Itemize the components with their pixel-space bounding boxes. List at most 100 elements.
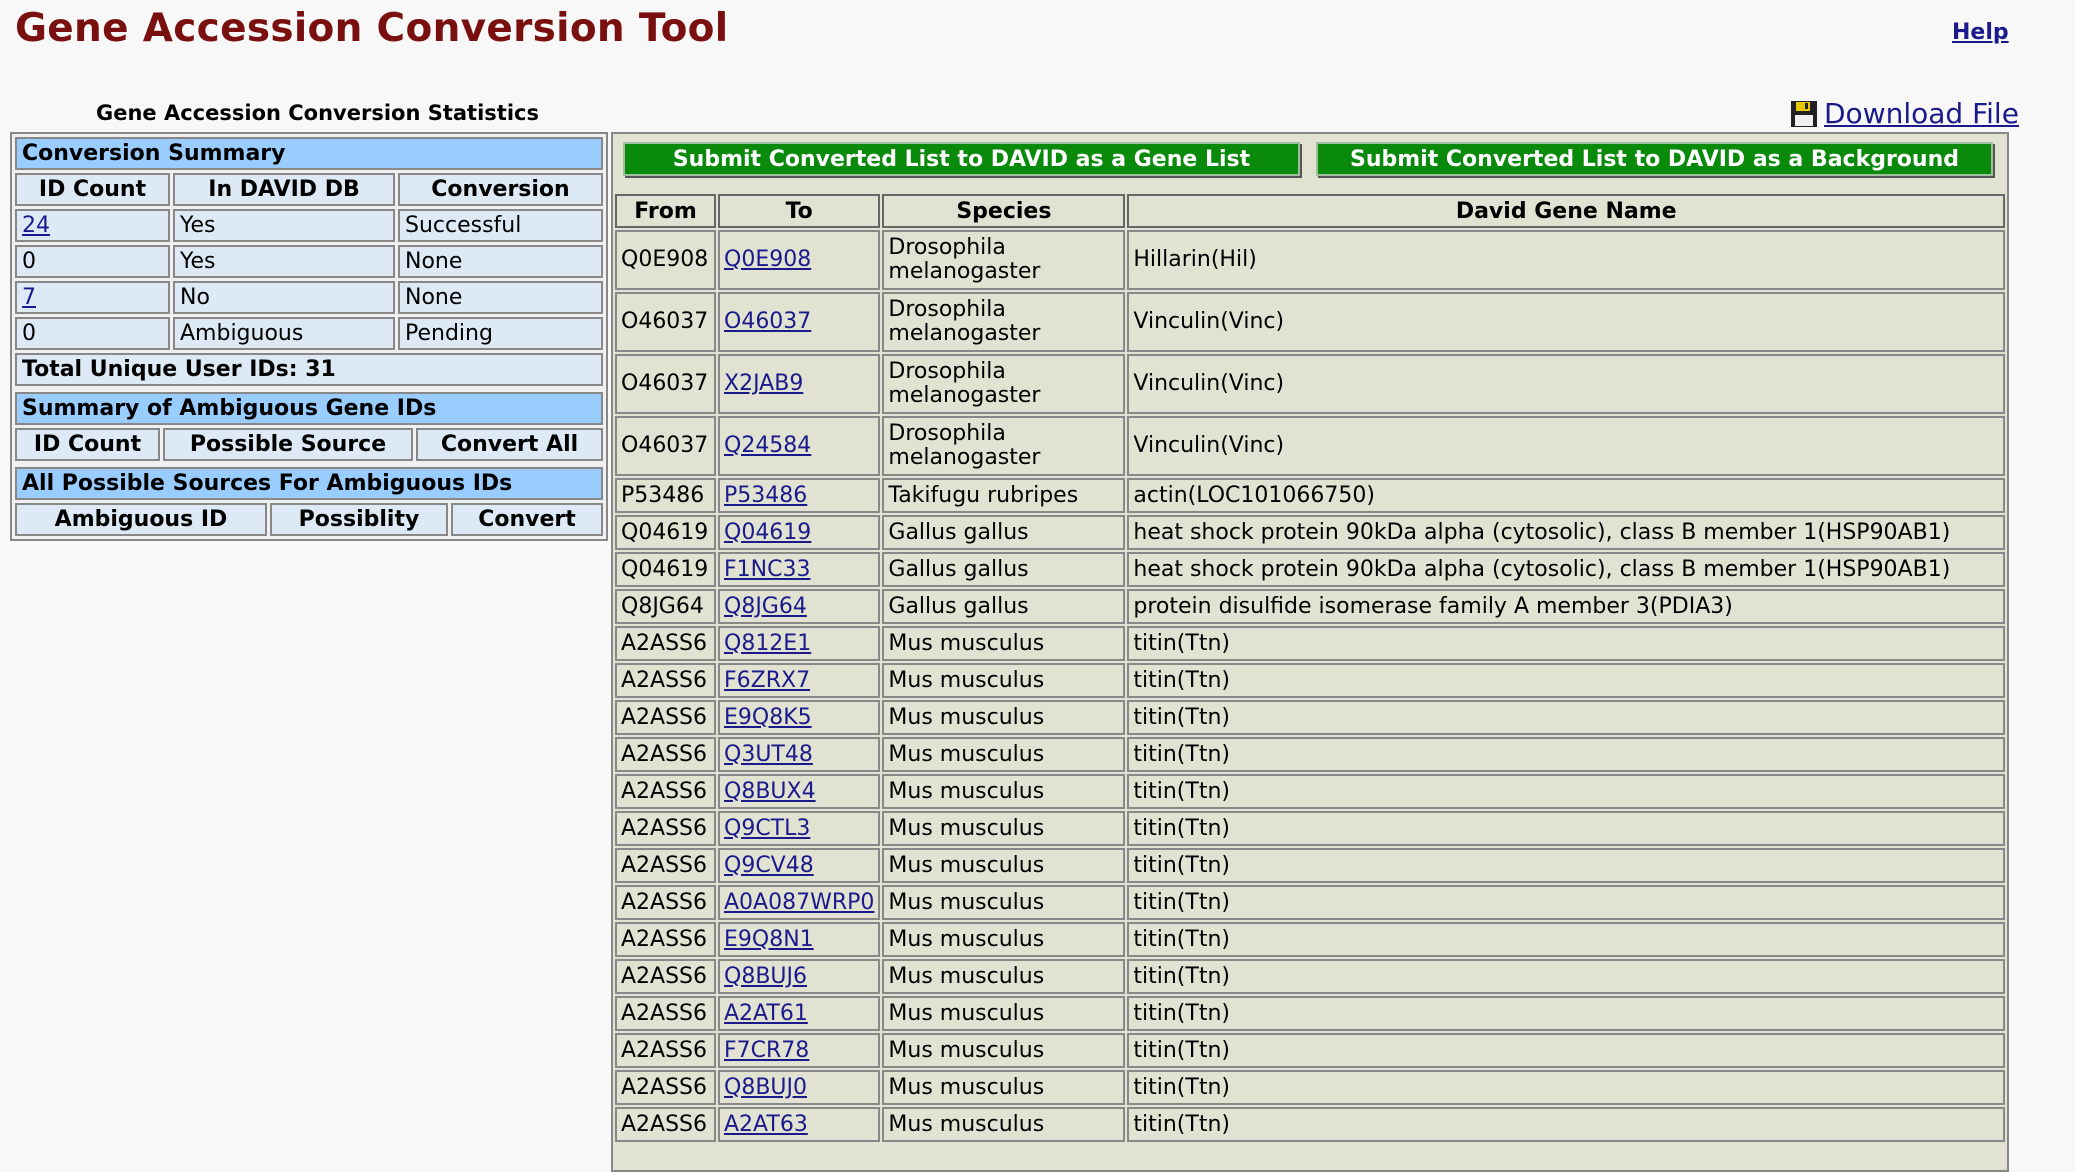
help-link[interactable]: Help xyxy=(1952,20,2009,45)
gene-name-cell: heat shock protein 90kDa alpha (cytosoli… xyxy=(1127,552,2005,587)
from-id-cell: Q8JG64 xyxy=(615,589,716,624)
to-id-link[interactable]: Q8JG64 xyxy=(724,594,807,619)
table-row: O46037 O46037 Drosophila melanogaster Vincu… xyxy=(615,292,2005,352)
species-cell: Mus musculus xyxy=(882,626,1126,661)
in-db-cell: Yes xyxy=(173,245,395,278)
species-cell: Drosophila melanogaster xyxy=(882,416,1126,476)
to-id-link[interactable]: Q04619 xyxy=(724,520,811,545)
summary-row: 0 Ambiguous Pending xyxy=(15,317,603,350)
from-id-cell: P53486 xyxy=(615,478,716,513)
to-id-link[interactable]: Q8BUX4 xyxy=(724,779,816,804)
species-cell: Mus musculus xyxy=(882,848,1126,883)
to-id-cell: Q0E908 xyxy=(718,230,881,290)
submit-gene-list-button[interactable]: Submit Converted List to DAVID as a Gene… xyxy=(623,142,1300,176)
to-id-cell: F1NC33 xyxy=(718,552,881,587)
to-id-cell: A2AT61 xyxy=(718,996,881,1031)
to-id-cell: F6ZRX7 xyxy=(718,663,881,698)
summary-row: 0 Yes None xyxy=(15,245,603,278)
gene-name-cell: titin(Ttn) xyxy=(1127,700,2005,735)
from-id-cell: A2ASS6 xyxy=(615,774,716,809)
to-id-link[interactable]: F7CR78 xyxy=(724,1038,809,1063)
to-id-cell: F7CR78 xyxy=(718,1033,881,1068)
in-db-cell: No xyxy=(173,281,395,314)
from-id-cell: A2ASS6 xyxy=(615,737,716,772)
table-row: A2ASS6 Q8BUJ0 Mus musculus titin(Ttn) xyxy=(615,1070,2005,1105)
download-area: Download File xyxy=(1790,97,2019,130)
from-id-cell: Q04619 xyxy=(615,515,716,550)
to-id-link[interactable]: X2JAB9 xyxy=(724,371,803,396)
conversion-cell: Pending xyxy=(398,317,603,350)
gene-name-cell: Hillarin(Hil) xyxy=(1127,230,2005,290)
species-cell: Mus musculus xyxy=(882,959,1126,994)
to-id-cell: O46037 xyxy=(718,292,881,352)
to-id-link[interactable]: F1NC33 xyxy=(724,557,810,582)
id-count-cell: 0 xyxy=(15,317,170,350)
to-id-link[interactable]: A2AT63 xyxy=(724,1112,808,1137)
submit-background-button[interactable]: Submit Converted List to DAVID as a Back… xyxy=(1316,142,1993,176)
table-row: A2ASS6 Q8BUJ6 Mus musculus titin(Ttn) xyxy=(615,959,2005,994)
to-id-cell: Q8BUX4 xyxy=(718,774,881,809)
to-id-link[interactable]: Q0E908 xyxy=(724,247,811,272)
to-id-cell: X2JAB9 xyxy=(718,354,881,414)
species-cell: Mus musculus xyxy=(882,885,1126,920)
gene-name-cell: Vinculin(Vinc) xyxy=(1127,354,2005,414)
gene-name-cell: titin(Ttn) xyxy=(1127,737,2005,772)
to-id-cell: P53486 xyxy=(718,478,881,513)
to-id-link[interactable]: A2AT61 xyxy=(724,1001,808,1026)
to-id-link[interactable]: Q8BUJ6 xyxy=(724,964,807,989)
to-id-cell: Q8BUJ0 xyxy=(718,1070,881,1105)
conversion-summary-heading: Conversion Summary xyxy=(15,137,603,170)
table-row: A2ASS6 Q3UT48 Mus musculus titin(Ttn) xyxy=(615,737,2005,772)
to-id-link[interactable]: E9Q8N1 xyxy=(724,927,814,952)
to-id-link[interactable]: F6ZRX7 xyxy=(724,668,810,693)
column-header: ID Count xyxy=(15,173,170,206)
from-id-cell: O46037 xyxy=(615,292,716,352)
download-file-link[interactable]: Download File xyxy=(1824,97,2019,130)
table-row: A2ASS6 F7CR78 Mus musculus titin(Ttn) xyxy=(615,1033,2005,1068)
to-id-link[interactable]: E9Q8K5 xyxy=(724,705,812,730)
from-id-cell: A2ASS6 xyxy=(615,1033,716,1068)
id-count-cell: 7 xyxy=(15,281,170,314)
to-id-cell: Q04619 xyxy=(718,515,881,550)
species-cell: Mus musculus xyxy=(882,1107,1126,1142)
column-header: Ambiguous ID xyxy=(15,503,267,536)
to-id-cell: A0A087WRP0 xyxy=(718,885,881,920)
in-db-cell: Yes xyxy=(173,209,395,242)
gene-name-cell: titin(Ttn) xyxy=(1127,922,2005,957)
species-cell: Mus musculus xyxy=(882,1070,1126,1105)
to-id-link[interactable]: O46037 xyxy=(724,309,811,334)
species-cell: Mus musculus xyxy=(882,922,1126,957)
table-row: Q04619 F1NC33 Gallus gallus heat shock prot… xyxy=(615,552,2005,587)
table-row: A2ASS6 A2AT63 Mus musculus titin(Ttn) xyxy=(615,1107,2005,1142)
stats-title: Gene Accession Conversion Statistics xyxy=(96,101,539,125)
from-id-cell: A2ASS6 xyxy=(615,885,716,920)
to-id-link[interactable]: A0A087WRP0 xyxy=(724,890,874,915)
from-id-cell: A2ASS6 xyxy=(615,996,716,1031)
table-row: A2ASS6 Q9CTL3 Mus musculus titin(Ttn) xyxy=(615,811,2005,846)
gene-name-cell: titin(Ttn) xyxy=(1127,1033,2005,1068)
species-cell: Gallus gallus xyxy=(882,589,1126,624)
id-count-link[interactable]: 24 xyxy=(22,213,50,238)
species-cell: Mus musculus xyxy=(882,663,1126,698)
table-row: A2ASS6 A0A087WRP0 Mus musculus titin(Ttn) xyxy=(615,885,2005,920)
to-id-link[interactable]: P53486 xyxy=(724,483,807,508)
to-id-link[interactable]: Q9CV48 xyxy=(724,853,814,878)
gene-name-cell: titin(Ttn) xyxy=(1127,1107,2005,1142)
to-id-cell: Q812E1 xyxy=(718,626,881,661)
column-header: ID Count xyxy=(15,428,160,461)
summary-row: 24 Yes Successful xyxy=(15,209,603,242)
to-id-link[interactable]: Q3UT48 xyxy=(724,742,813,767)
to-id-link[interactable]: Q24584 xyxy=(724,433,811,458)
id-count-link[interactable]: 7 xyxy=(22,285,36,310)
from-id-cell: A2ASS6 xyxy=(615,1107,716,1142)
ambiguous-sources-heading: All Possible Sources For Ambiguous IDs xyxy=(15,467,603,500)
from-id-cell: O46037 xyxy=(615,416,716,476)
to-id-link[interactable]: Q9CTL3 xyxy=(724,816,810,841)
submit-button-row: Submit Converted List to DAVID as a Gene… xyxy=(613,134,2007,176)
gene-name-cell: titin(Ttn) xyxy=(1127,1070,2005,1105)
table-row: A2ASS6 Q9CV48 Mus musculus titin(Ttn) xyxy=(615,848,2005,883)
to-id-link[interactable]: Q8BUJ0 xyxy=(724,1075,807,1100)
to-id-link[interactable]: Q812E1 xyxy=(724,631,811,656)
floppy-disk-icon[interactable] xyxy=(1790,100,1818,128)
gene-name-cell: titin(Ttn) xyxy=(1127,885,2005,920)
